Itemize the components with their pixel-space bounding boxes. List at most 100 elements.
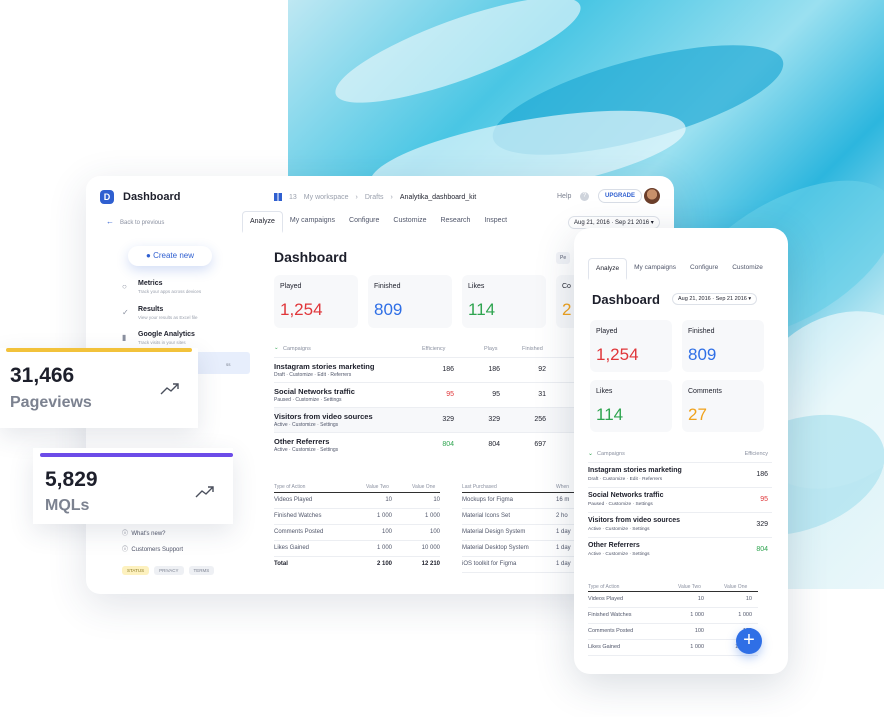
grid-icon[interactable] <box>274 193 282 201</box>
col-value-one[interactable]: Value One <box>724 584 747 590</box>
col-type[interactable]: Type of Action <box>274 484 305 490</box>
col-type[interactable]: Type of Action <box>588 584 619 590</box>
kpi-card-likes[interactable]: Likes 114 <box>590 380 672 432</box>
table-row[interactable]: Videos Played 10 10 <box>274 493 440 509</box>
period-button[interactable]: Pe <box>556 252 571 264</box>
col-last-purchased[interactable]: Last Purchased <box>462 484 497 490</box>
col-when[interactable]: When <box>556 484 569 490</box>
help-link[interactable]: Help <box>557 193 571 200</box>
kpi-card-finished[interactable]: Finished 809 <box>368 275 452 328</box>
cell: 10 000 <box>421 545 440 551</box>
campaigns-header-name[interactable]: Campaigns <box>283 346 311 352</box>
kpi-card-played[interactable]: Played 1,254 <box>274 275 358 328</box>
kpi-label: Played <box>280 283 302 290</box>
campaign-name: Social Networks traffic <box>588 492 664 499</box>
kpi-card-comments[interactable]: Comments 27 <box>682 380 764 432</box>
table-row[interactable]: iOS toolkit for Figma 1 day <box>462 557 574 573</box>
table-row[interactable]: Instagram stories marketing Draft · Cust… <box>588 462 772 487</box>
campaigns-header-name[interactable]: Campaigns <box>597 451 625 457</box>
kpi-card-likes[interactable]: Likes 114 <box>462 275 546 328</box>
cell: 10 <box>697 596 704 602</box>
app-title: Dashboard <box>123 191 181 203</box>
nav-title: Metrics <box>138 280 163 287</box>
tab-analyze[interactable]: Analyze <box>588 258 628 280</box>
efficiency-value: 804 <box>442 441 454 448</box>
kpi-label: Comments <box>688 388 722 395</box>
purchases-table-header: Last Purchased When <box>462 480 574 493</box>
circle-icon: ○ <box>122 282 127 291</box>
table-row[interactable]: Visitors from video sources Active · Cus… <box>588 512 772 537</box>
col-value-two[interactable]: Value Two <box>678 584 701 590</box>
table-row[interactable]: Finished Watches 1 000 1 000 <box>588 608 758 624</box>
tab-research[interactable]: Research <box>433 211 477 233</box>
plays-value: 804 <box>488 441 500 448</box>
cell: 1 day <box>556 529 571 535</box>
kpi-value: 114 <box>468 300 496 319</box>
help-circle-icon: ⓘ <box>122 547 129 553</box>
campaign-status: Active · Customize · Settings <box>588 552 650 557</box>
table-row[interactable]: Other Referrers Active · Customize · Set… <box>588 537 772 562</box>
breadcrumb-drafts[interactable]: Drafts <box>365 194 384 201</box>
table-row[interactable]: Likes Gained1 00010 000 <box>588 640 758 656</box>
create-new-label: Create new <box>153 251 194 260</box>
support-link[interactable]: ⓘ Customers Support <box>122 544 183 553</box>
table-row[interactable]: Mockups for Figma 16 m <box>462 493 574 509</box>
kpi-value: 1,254 <box>280 300 323 319</box>
table-row[interactable]: Social Networks traffic Paused · Customi… <box>588 487 772 512</box>
cell: Material Design System <box>462 529 526 535</box>
breadcrumb-workspace[interactable]: My workspace <box>304 194 349 201</box>
table-row[interactable]: Material Icons Set 2 ho <box>462 509 574 525</box>
info-icon: ⓘ <box>122 531 129 537</box>
tab-configure[interactable]: Configure <box>342 211 386 233</box>
chevron-sort-icon[interactable]: ⌄ <box>588 450 593 457</box>
campaign-status: Active · Customize · Settings <box>274 447 339 453</box>
upgrade-button[interactable]: UPGRADE <box>598 189 643 203</box>
cell: Likes Gained <box>588 644 621 650</box>
avatar[interactable] <box>644 188 660 204</box>
table-row[interactable]: Likes Gained1 00010 000 <box>274 541 440 557</box>
help-icon[interactable]: ? <box>580 192 589 201</box>
kpi-card-played[interactable]: Played 1,254 <box>590 320 672 372</box>
tab-my-campaigns[interactable]: My campaigns <box>627 258 683 280</box>
add-button[interactable]: + <box>736 628 762 654</box>
cell: Mockups for Figma <box>462 497 514 503</box>
actions-table-header: Type of Action Value Two Value One <box>274 480 440 493</box>
create-new-button[interactable]: ● Create new <box>128 246 212 266</box>
terms-pill[interactable]: TERMS <box>188 566 215 575</box>
table-row[interactable]: Comments Posted100100 <box>588 624 758 640</box>
table-row[interactable]: Material Desktop System 1 day <box>462 541 574 557</box>
kpi-value: 114 <box>596 405 624 424</box>
back-link[interactable]: ← Back to previous <box>106 217 164 226</box>
tab-analyze[interactable]: Analyze <box>242 211 283 233</box>
privacy-pill[interactable]: PRIVACY <box>154 566 184 575</box>
whats-new-link[interactable]: ⓘ What's new? <box>122 528 183 537</box>
campaigns-header-efficiency[interactable]: Efficiency <box>745 451 768 457</box>
tab-customize[interactable]: Customize <box>725 258 770 280</box>
date-range-label: Aug 21, 2016 · Sep 21 2016 <box>678 296 747 302</box>
tab-configure[interactable]: Configure <box>683 258 725 280</box>
mobile-dashboard: Analyze My campaigns Configure Customize… <box>574 228 788 674</box>
trending-up-icon <box>195 486 214 498</box>
app-logo[interactable]: D <box>100 190 114 204</box>
cell: Material Icons Set <box>462 513 511 519</box>
campaigns-header-finished[interactable]: Finished <box>522 346 543 352</box>
col-value-one[interactable]: Value One <box>412 484 435 490</box>
campaigns-header-efficiency[interactable]: Efficiency <box>422 346 445 352</box>
table-row[interactable]: Videos Played 10 10 <box>588 592 758 608</box>
table-row[interactable]: Material Design System 1 day <box>462 525 574 541</box>
date-range-select[interactable]: Aug 21, 2016 · Sep 21 2016 ▾ <box>672 293 758 305</box>
cell: iOS toolkit for Figma <box>462 561 517 567</box>
finished-value: 697 <box>534 441 546 448</box>
status-pill[interactable]: STATUS <box>122 566 150 575</box>
tab-customize[interactable]: Customize <box>386 211 433 233</box>
table-row[interactable]: Finished Watches 1 000 1 000 <box>274 509 440 525</box>
campaigns-header-plays[interactable]: Plays <box>484 346 497 352</box>
table-row[interactable]: Comments Posted100100 <box>274 525 440 541</box>
tab-my-campaigns[interactable]: My campaigns <box>283 211 342 233</box>
cell: Finished Watches <box>588 612 632 618</box>
col-value-two[interactable]: Value Two <box>366 484 389 490</box>
tab-inspect[interactable]: Inspect <box>477 211 514 233</box>
plays-value: 95 <box>492 391 500 398</box>
chevron-sort-icon[interactable]: ⌄ <box>274 345 279 351</box>
kpi-card-finished[interactable]: Finished 809 <box>682 320 764 372</box>
